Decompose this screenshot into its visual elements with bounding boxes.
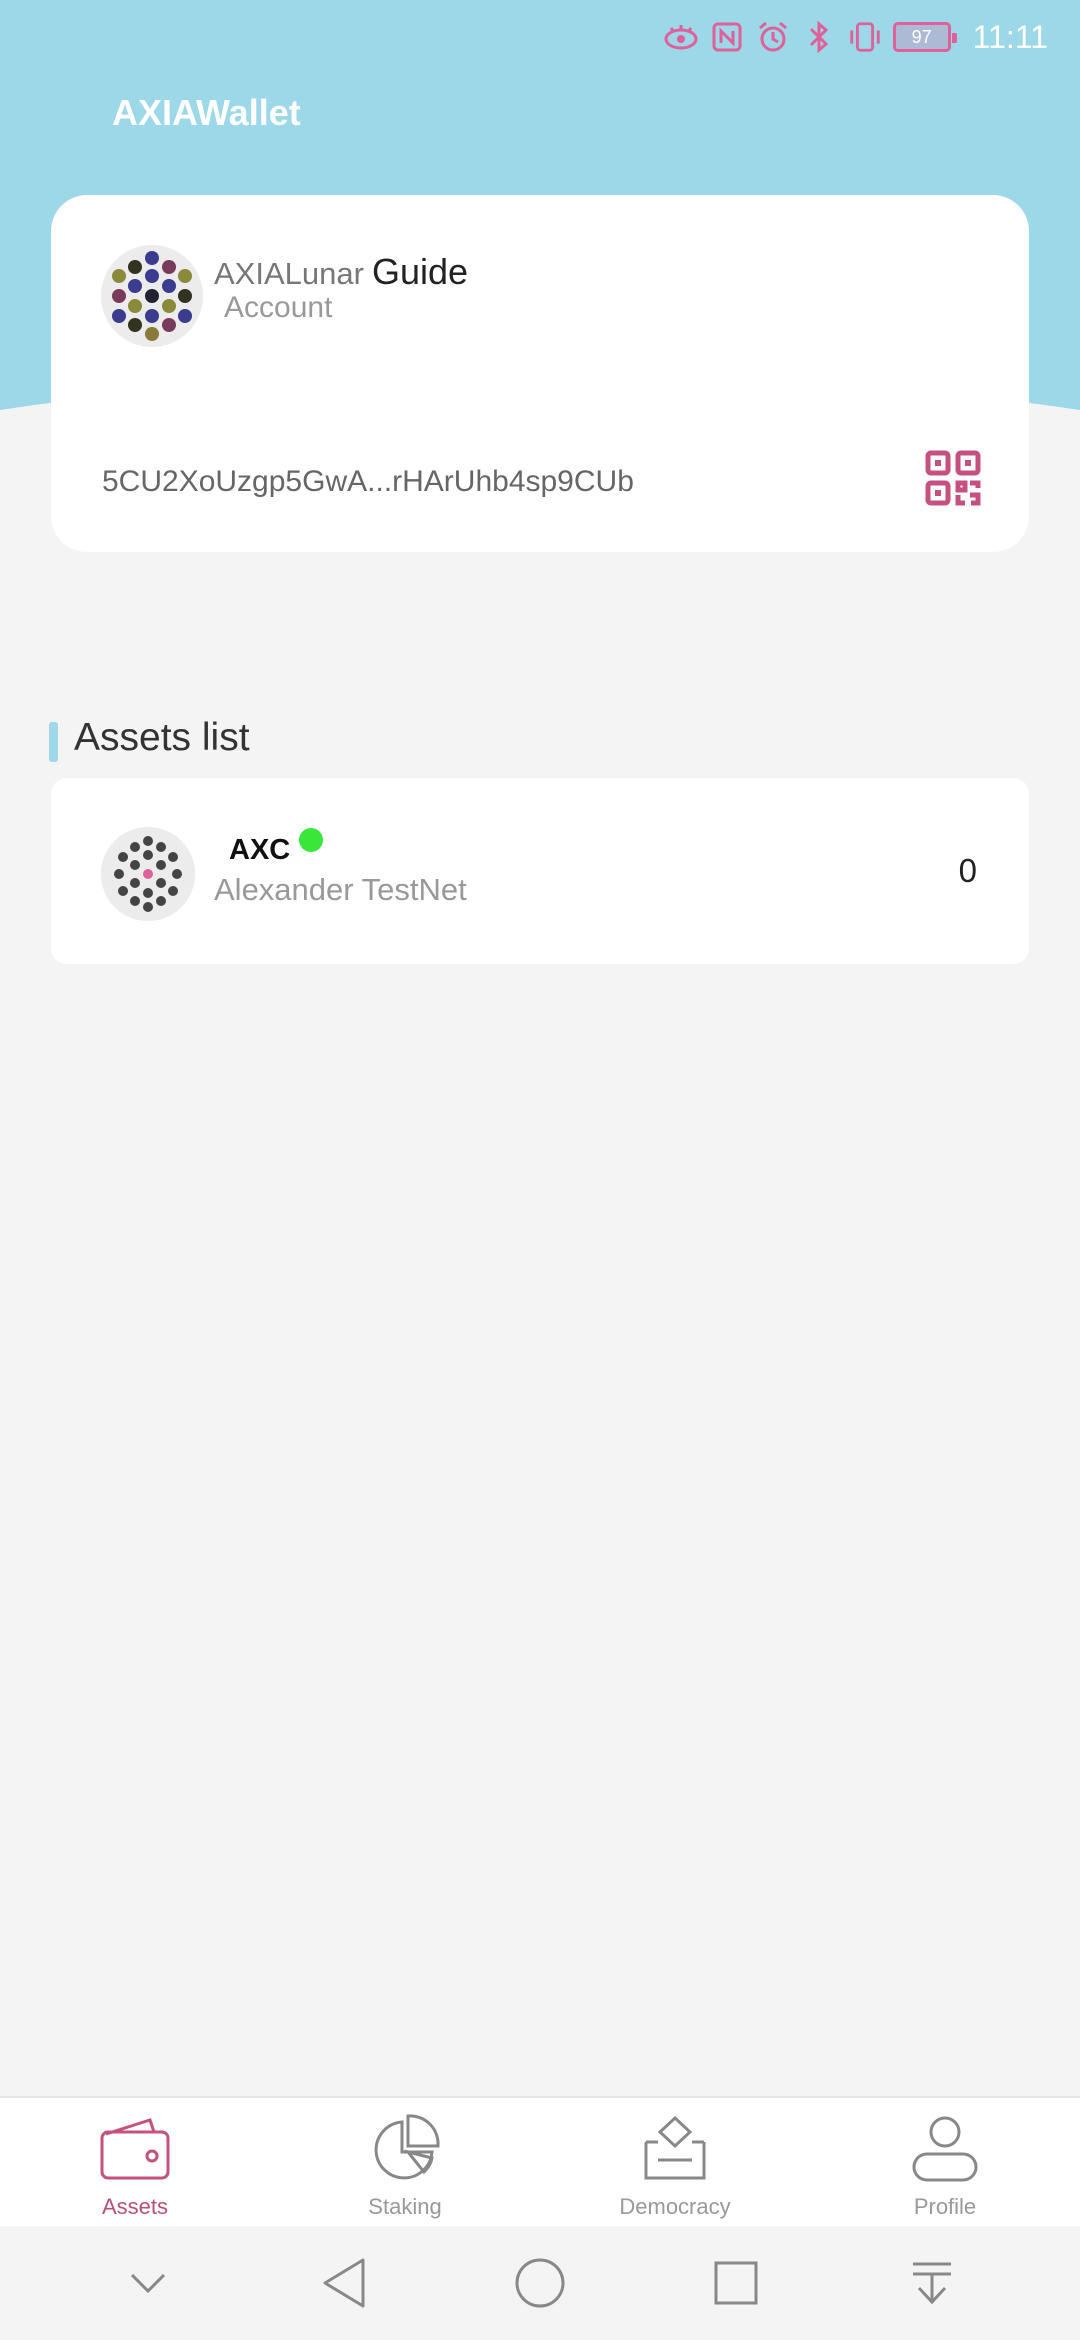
pie-chart-icon (368, 2112, 442, 2186)
bottom-nav: Assets Staking Democracy Profile (0, 2096, 1080, 2226)
qr-code-icon[interactable] (925, 450, 981, 506)
home-icon[interactable] (508, 2251, 572, 2315)
bluetooth-icon (801, 19, 837, 55)
nav-label-assets: Assets (101, 2194, 169, 2219)
account-name-suffix: Guide (371, 251, 469, 292)
back-icon[interactable] (312, 2251, 376, 2315)
asset-network: Alexander TestNet (214, 872, 467, 907)
account-address[interactable]: 5CU2XoUzgp5GwA...rHArUhb4sp9CUb (102, 465, 634, 499)
assets-section-title: Assets list (74, 716, 250, 759)
account-avatar (101, 245, 203, 347)
notification-pull-icon[interactable] (900, 2251, 964, 2315)
nav-staking[interactable]: Staking (270, 2098, 540, 2226)
account-name: AXIALunar (214, 256, 364, 291)
nav-democracy[interactable]: Democracy (540, 2098, 810, 2226)
asset-balance: 0 (958, 852, 977, 889)
eye-comfort-icon (663, 19, 699, 55)
status-bar: 97 11:11 (663, 14, 1048, 60)
account-name-row: AXIALunar Guide (214, 251, 468, 293)
collapse-icon[interactable] (116, 2251, 180, 2315)
status-time: 11:11 (972, 18, 1048, 55)
network-status-dot (299, 828, 323, 852)
system-nav-bar (0, 2226, 1080, 2340)
recents-icon[interactable] (704, 2251, 768, 2315)
asset-row[interactable]: AXC Alexander TestNet 0 (51, 778, 1029, 964)
ballot-box-icon (638, 2112, 712, 2186)
nfc-icon (709, 19, 745, 55)
asset-symbol: AXC (229, 834, 291, 866)
account-card[interactable]: AXIALunar Guide Account 5CU2XoUzgp5GwA..… (51, 195, 1029, 552)
nav-label-democracy: Democracy (619, 2194, 731, 2219)
wallet-icon (98, 2112, 172, 2186)
section-accent-bar (49, 722, 58, 762)
account-subtitle: Account (224, 291, 333, 324)
vibrate-icon (847, 19, 883, 55)
user-icon (908, 2112, 982, 2186)
nav-assets[interactable]: Assets (0, 2098, 270, 2226)
app-title: AXIAWallet (112, 92, 301, 133)
nav-profile[interactable]: Profile (810, 2098, 1080, 2226)
nav-label-profile: Profile (913, 2194, 977, 2219)
battery-indicator: 97 (892, 22, 957, 52)
nav-label-staking: Staking (368, 2194, 442, 2219)
axc-token-icon (101, 827, 195, 921)
alarm-icon (755, 19, 791, 55)
